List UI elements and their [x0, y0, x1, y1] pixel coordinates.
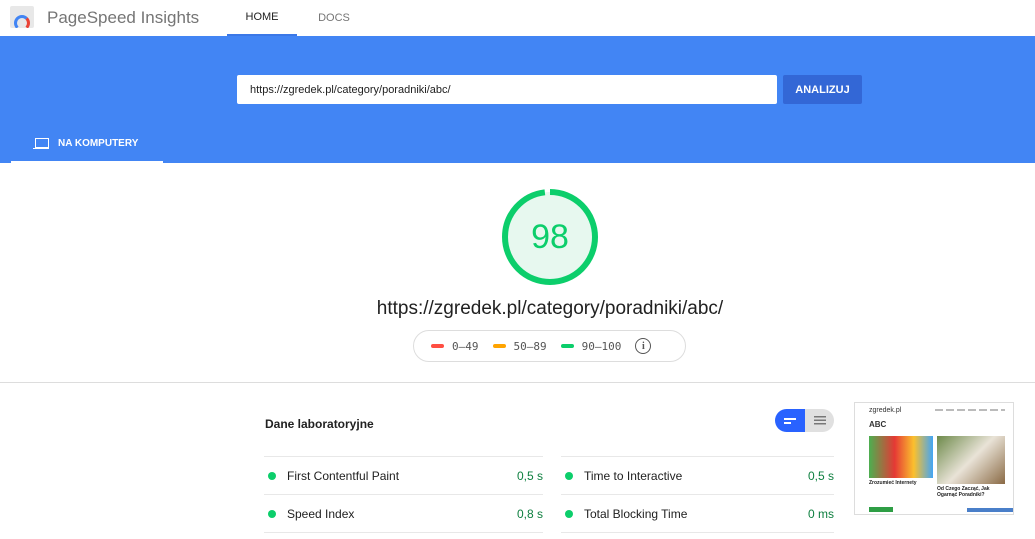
nav-home[interactable]: HOME: [227, 0, 297, 36]
pass-dot-icon: [565, 471, 573, 480]
performance-score: 98: [531, 217, 569, 256]
metric-fcp: First Contentful Paint 0,5 s: [264, 456, 543, 494]
legend-pass: 90–100: [560, 340, 621, 353]
laptop-icon: [33, 138, 49, 149]
pass-dot-icon: [268, 509, 276, 518]
summary-view-icon[interactable]: [775, 409, 805, 432]
lab-data-title: Dane laboratoryjne: [265, 417, 374, 431]
metric-tbt: Total Blocking Time 0 ms: [561, 494, 834, 532]
page-screenshot-thumbnail: zgredek.pl ABC Zrozumieć Internety Od Cz…: [854, 402, 1014, 515]
tab-desktop[interactable]: NA KOMPUTERY: [11, 126, 163, 163]
info-icon[interactable]: i: [635, 338, 652, 354]
metric-tti: Time to Interactive 0,5 s: [561, 456, 834, 494]
pass-dot-icon: [268, 471, 276, 480]
score-legend: 0–49 50–89 90–100 i: [413, 330, 686, 362]
pass-dot-icon: [565, 509, 573, 518]
analyze-button[interactable]: ANALIZUJ: [783, 75, 862, 104]
search-panel: https://zgredek.pl/category/poradniki/ab…: [0, 36, 1035, 163]
url-input[interactable]: https://zgredek.pl/category/poradniki/ab…: [237, 75, 777, 104]
app-title: PageSpeed Insights: [47, 8, 200, 27]
top-bar: PageSpeed Insights HOME DOCS: [0, 0, 1035, 36]
tab-label: NA KOMPUTERY: [58, 138, 139, 149]
metric-speed-index: Speed Index 0,8 s: [264, 494, 543, 532]
legend-fail: 0–49: [431, 340, 479, 353]
list-view-icon[interactable]: [805, 409, 834, 432]
nav-docs[interactable]: DOCS: [305, 0, 363, 36]
divider: [0, 382, 1035, 383]
legend-average: 50–89: [492, 340, 547, 353]
view-toggle[interactable]: [775, 409, 834, 432]
analyzed-url: https://zgredek.pl/category/poradniki/ab…: [376, 298, 724, 319]
pagespeed-logo-icon: [10, 6, 34, 28]
